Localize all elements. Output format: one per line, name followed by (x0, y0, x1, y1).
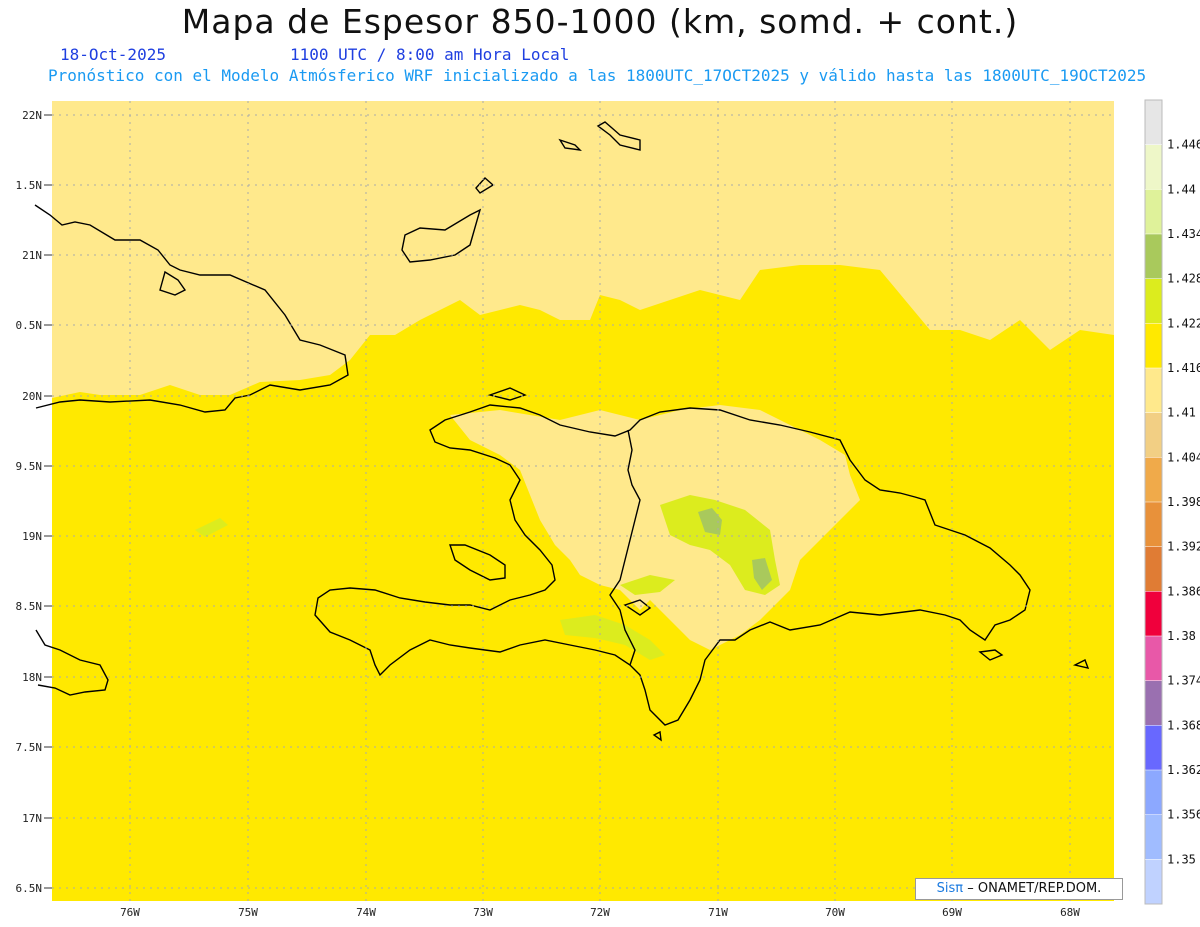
colorbar-swatch (1145, 278, 1162, 324)
lat-label: 7.5N (16, 741, 43, 754)
lat-label: 6.5N (16, 882, 43, 895)
colorbar-swatch (1145, 546, 1162, 592)
colorbar-label: 1.392 (1167, 540, 1200, 554)
lon-label: 69W (942, 906, 962, 919)
colorbar-label: 1.434 (1167, 227, 1200, 241)
colorbar-swatch (1145, 457, 1162, 503)
colorbar: 1.446 1.44 1.434 1.428 1.422 1.416 1.41 1.404 1.… (1144, 99, 1200, 905)
colorbar-swatch (1145, 725, 1162, 771)
colorbar-swatch (1145, 189, 1162, 235)
credit-text: – ONAMET/REP.DOM. (967, 881, 1102, 896)
colorbar-swatch (1145, 591, 1162, 637)
colorbar-swatch (1145, 859, 1162, 905)
colorbar-label: 1.41 (1167, 406, 1196, 420)
colorbar-label: 1.374 (1167, 674, 1200, 688)
lat-label: 22N (22, 109, 42, 122)
colorbar-swatch (1145, 100, 1162, 146)
lon-label: 71W (708, 906, 728, 919)
colorbar-label: 1.35 (1167, 852, 1196, 866)
colorbar-label: 1.356 (1167, 808, 1200, 822)
colorbar-label: 1.368 (1167, 718, 1200, 732)
colorbar-label: 1.404 (1167, 450, 1200, 464)
colorbar-swatch (1145, 770, 1162, 816)
lon-labels: 76W 75W 74W 73W 72W 71W 70W 69W 68W (120, 906, 1080, 919)
colorbar-label: 1.416 (1167, 361, 1200, 375)
colorbar-swatch (1145, 502, 1162, 548)
lat-label: 18N (22, 671, 42, 684)
lat-labels: 22N 1.5N 21N 0.5N 20N 9.5N 19N 8.5N 18N … (16, 109, 43, 895)
lat-label: 17N (22, 812, 42, 825)
lon-label: 70W (825, 906, 845, 919)
colorbar-swatch (1145, 814, 1162, 860)
colorbar-swatch (1145, 680, 1162, 726)
colorbar-label: 1.398 (1167, 495, 1200, 509)
colorbar-swatch (1145, 636, 1162, 682)
lon-label: 72W (590, 906, 610, 919)
colorbar-label: 1.38 (1167, 629, 1196, 643)
lat-label: 21N (22, 249, 42, 262)
lon-label: 73W (473, 906, 493, 919)
lon-label: 74W (356, 906, 376, 919)
lat-ticks (44, 114, 52, 889)
colorbar-label: 1.422 (1167, 316, 1200, 330)
credit-box: Sisπ – ONAMET/REP.DOM. (915, 878, 1123, 900)
lon-label: 75W (238, 906, 258, 919)
colorbar-swatch (1145, 234, 1162, 280)
lat-label: 9.5N (16, 460, 43, 473)
lat-label: 20N (22, 390, 42, 403)
credit-brand: Sisπ (936, 881, 964, 896)
lat-label: 1.5N (16, 179, 43, 192)
colorbar-label: 1.362 (1167, 763, 1200, 777)
colorbar-label: 1.44 (1167, 182, 1196, 196)
colorbar-swatch (1145, 323, 1162, 369)
thickness-map: 22N 1.5N 21N 0.5N 20N 9.5N 19N 8.5N 18N … (16, 99, 1200, 919)
lat-label: 8.5N (16, 600, 43, 613)
colorbar-label: 1.446 (1167, 138, 1200, 152)
colorbar-swatch (1145, 144, 1162, 190)
colorbar-label: 1.428 (1167, 272, 1200, 286)
lat-label: 19N (22, 530, 42, 543)
colorbar-swatch (1145, 412, 1162, 458)
colorbar-label: 1.386 (1167, 584, 1200, 598)
colorbar-swatch (1145, 368, 1162, 414)
lon-label: 76W (120, 906, 140, 919)
lat-label: 0.5N (16, 319, 43, 332)
lon-label: 68W (1060, 906, 1080, 919)
